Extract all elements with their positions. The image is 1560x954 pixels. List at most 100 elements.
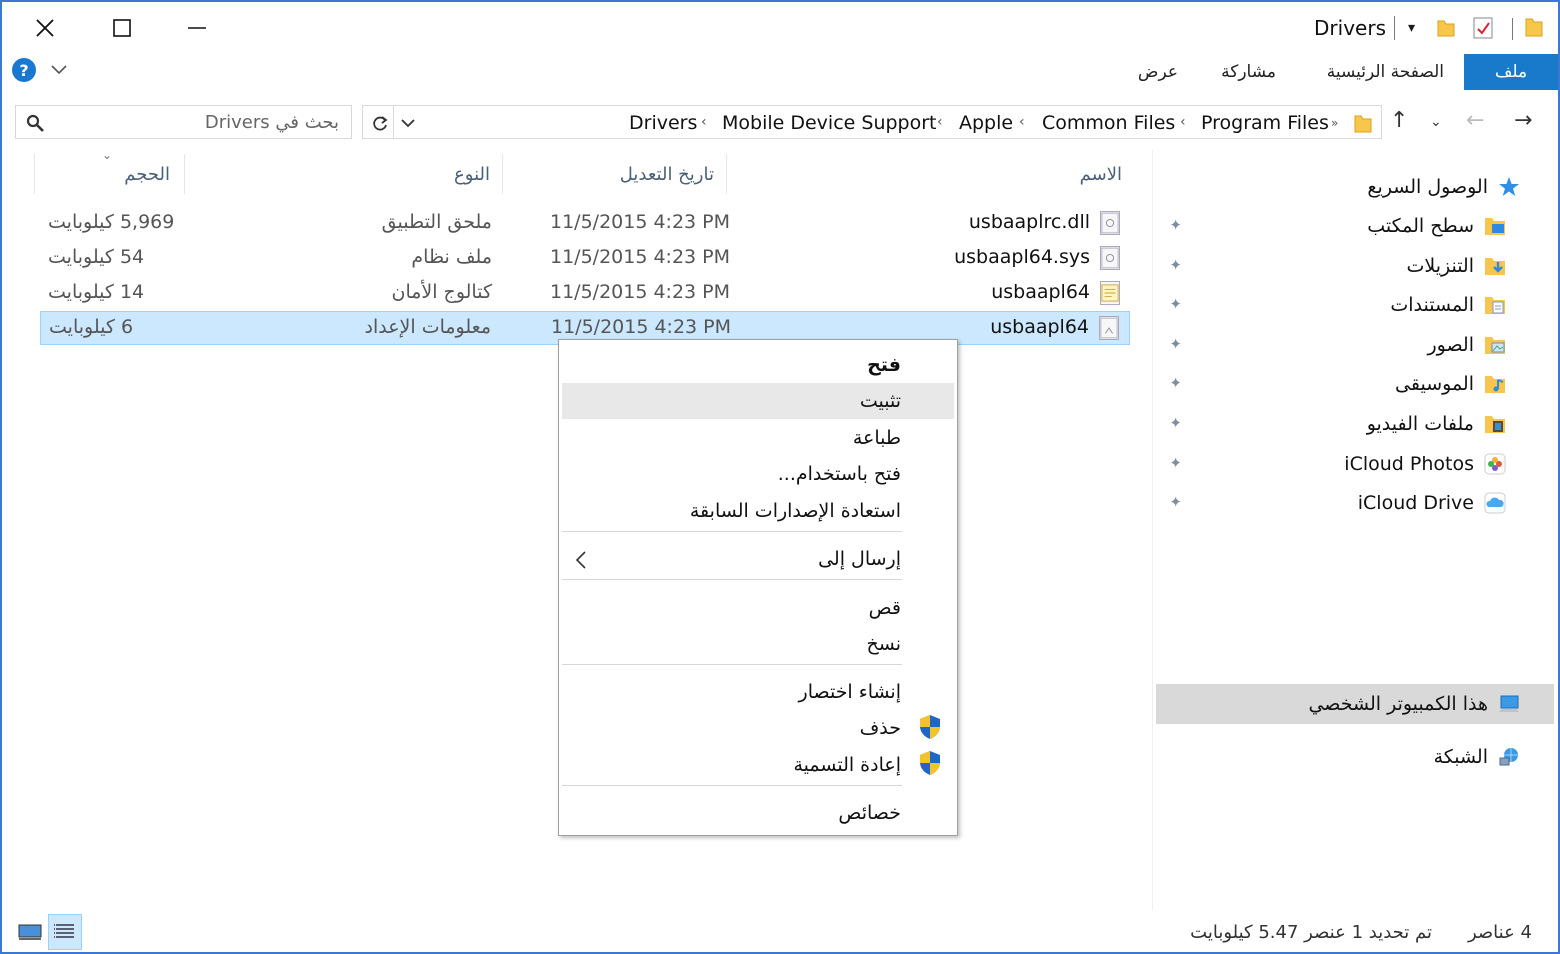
breadcrumb-common-files[interactable]: Common Files [1042,112,1175,134]
recent-locations-icon[interactable]: ⌄ [1430,114,1442,130]
pin-icon[interactable]: ✦ [1169,256,1182,274]
address-bar[interactable]: Drivers ‹ Mobile Device Support ‹ Apple … [362,105,1382,139]
sidebar-item-pictures[interactable]: الصور [1427,328,1506,362]
window-title: Drivers [1314,16,1386,40]
column-header-name[interactable]: الاسم [1080,164,1122,185]
sidebar-item-desktop[interactable]: سطح المكتب [1367,209,1506,243]
nav-network[interactable]: الشبكة [1434,740,1520,774]
new-folder-icon[interactable] [1436,16,1456,38]
menu-item-print[interactable]: طباعة [853,427,901,449]
minimize-icon [188,27,206,29]
breadcrumb-separator: ‹ [937,114,943,130]
menu-item-delete[interactable]: حذف [860,717,901,739]
pin-icon[interactable]: ✦ [1169,493,1182,511]
sidebar-item-label: ملفات الفيديو [1366,413,1474,435]
sidebar-item-icloud-drive[interactable]: iCloud Drive [1358,486,1506,520]
file-type: ملحق التطبيق [381,211,492,233]
menu-item-open-with[interactable]: فتح باستخدام... [778,463,901,485]
tab-view[interactable]: عرض [1138,62,1178,82]
sidebar-item-documents[interactable]: المستندات [1390,288,1506,322]
menu-separator [562,785,902,786]
sidebar-item-music[interactable]: الموسيقى [1395,367,1506,401]
context-menu: فتح تثبيت طباعة فتح باستخدام... استعادة … [558,339,958,836]
dll-file-icon [1100,211,1120,235]
pin-icon[interactable]: ✦ [1169,374,1182,392]
search-box[interactable]: بحث في Drivers [15,105,352,139]
close-button[interactable] [20,8,70,48]
menu-separator [562,579,902,580]
details-view-icon [54,924,74,938]
breadcrumb-program-files[interactable]: Program Files [1201,112,1329,134]
file-row[interactable]: usbaapl64.sys 11/5/2015 4:23 PM ملف نظام… [40,242,1130,276]
file-name: usbaapl64 [991,281,1090,303]
uac-shield-icon [920,751,940,775]
folder-app-icon [1525,18,1543,37]
ribbon-expand-chevron-icon[interactable] [50,64,68,76]
navigation-pane: الوصول السريع سطح المكتب التنزيلات المست… [1152,150,1558,910]
tab-share[interactable]: مشاركة [1221,62,1276,82]
large-icons-view-button[interactable] [14,914,48,950]
explorer-window: Drivers ▾ ? ملف الصفحة الرئيسية مشاركة ع… [0,0,1560,954]
forward-button[interactable]: ← [1466,108,1484,133]
documents-folder-icon [1485,297,1505,314]
file-type: كتالوج الأمان [391,281,492,303]
pin-icon[interactable]: ✦ [1169,414,1182,432]
menu-item-copy[interactable]: نسخ [866,633,901,655]
menu-item-create-shortcut[interactable]: إنشاء اختصار [799,681,901,703]
menu-item-restore-versions[interactable]: استعادة الإصدارات السابقة [690,500,901,522]
sidebar-item-icloud-photos[interactable]: iCloud Photos [1344,447,1506,481]
back-button[interactable]: → [1514,108,1532,133]
status-item-count: 4 عناصر [1467,922,1532,943]
pin-icon[interactable]: ✦ [1169,295,1182,313]
submenu-chevron-icon [575,551,586,569]
menu-item-send-to[interactable]: إرسال إلى [818,548,901,570]
menu-separator [562,531,902,532]
maximize-button[interactable] [97,8,147,48]
details-view-button[interactable] [48,914,82,950]
refresh-icon[interactable] [371,115,389,133]
nav-quick-access-label: الوصول السريع [1367,176,1488,198]
pictures-folder-icon [1485,337,1505,354]
up-button[interactable]: ↑ [1390,108,1408,133]
column-header-size[interactable]: الحجم [124,164,170,185]
menu-item-rename[interactable]: إعادة التسمية [793,754,901,776]
file-date: 11/5/2015 4:23 PM [550,281,731,303]
pin-icon[interactable]: ✦ [1169,216,1182,234]
column-header-date[interactable]: تاريخ التعديل [620,164,714,185]
column-header-type[interactable]: النوع [454,164,490,185]
tab-home[interactable]: الصفحة الرئيسية [1327,62,1444,82]
file-name: usbaaplrc.dll [968,211,1090,233]
file-row[interactable]: usbaapl64 11/5/2015 4:23 PM كتالوج الأما… [40,277,1130,311]
pin-icon[interactable]: ✦ [1169,454,1182,472]
breadcrumb-overflow[interactable]: » [1331,116,1338,130]
breadcrumb-drivers[interactable]: Drivers [629,112,697,134]
computer-icon [1499,695,1519,712]
breadcrumb-apple[interactable]: Apple [959,112,1013,134]
sidebar-item-downloads[interactable]: التنزيلات [1406,249,1506,283]
file-row[interactable]: usbaaplrc.dll 11/5/2015 4:23 PM ملحق الت… [40,207,1130,241]
file-date: 11/5/2015 4:23 PM [550,211,731,233]
breadcrumb-separator: ‹ [1019,114,1025,130]
nav-this-pc-label: هذا الكمبيوتر الشخصي [1308,693,1488,715]
breadcrumb-mobile-device-support[interactable]: Mobile Device Support [722,112,937,134]
pin-icon[interactable]: ✦ [1169,335,1182,353]
sidebar-item-videos[interactable]: ملفات الفيديو [1367,407,1506,441]
minimize-button[interactable] [172,8,222,48]
search-input[interactable]: بحث في Drivers [205,112,339,133]
videos-folder-icon [1485,416,1505,433]
nav-this-pc[interactable]: هذا الكمبيوتر الشخصي [1308,687,1520,721]
menu-item-properties[interactable]: خصائص [838,802,901,824]
menu-item-install[interactable]: تثبيت [860,390,901,412]
ribbon-tabs: ? ملف الصفحة الرئيسية مشاركة عرض [2,54,1558,92]
address-dropdown-icon[interactable] [401,118,415,128]
properties-icon[interactable] [1472,16,1494,40]
tab-file[interactable]: ملف [1464,54,1558,90]
breadcrumb-separator: ‹ [701,114,707,130]
file-size: 14 كيلوبايت [48,281,145,303]
status-selection: تم تحديد 1 عنصر 5.47 كيلوبايت [1190,922,1432,943]
menu-item-cut[interactable]: قص [869,597,901,619]
help-icon[interactable]: ? [12,58,36,82]
nav-quick-access[interactable]: الوصول السريع [1367,170,1520,204]
qa-dropdown-icon[interactable]: ▾ [1408,20,1415,36]
menu-item-open[interactable]: فتح [867,354,901,376]
